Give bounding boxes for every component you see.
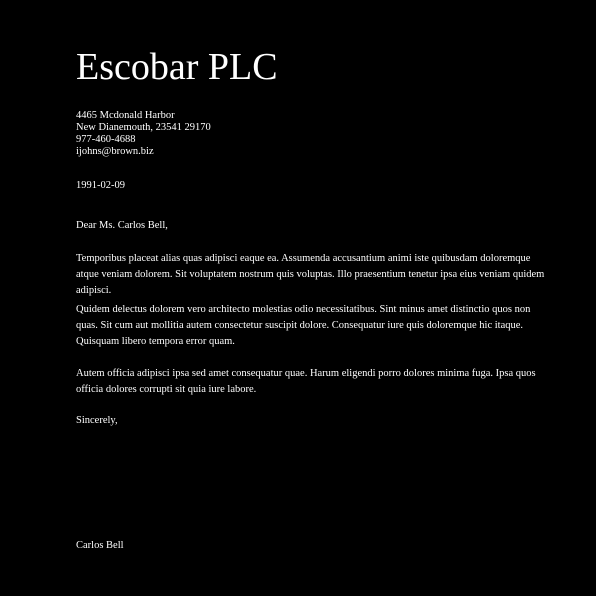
sender-address: 4465 Mcdonald Harbor New Dianemouth, 235… bbox=[76, 110, 211, 158]
letter-date: 1991-02-09 bbox=[76, 180, 125, 191]
body-paragraph-3: Autem officia adipisci ipsa sed amet con… bbox=[76, 368, 536, 395]
body-paragraph-1: Temporibus placeat alias quas adipisci e… bbox=[76, 253, 545, 296]
company-name: Escobar PLC bbox=[76, 46, 278, 88]
body-paragraph-2: Quidem delectus dolorem vero architecto … bbox=[76, 304, 531, 347]
address-phone: 977-460-4688 bbox=[76, 134, 136, 145]
signature-name: Carlos Bell bbox=[76, 540, 124, 551]
closing: Sincerely, bbox=[76, 415, 118, 426]
address-city-line: New Dianemouth, 23541 29170 bbox=[76, 122, 211, 133]
address-email: ijohns@brown.biz bbox=[76, 146, 154, 157]
salutation: Dear Ms. Carlos Bell, bbox=[76, 220, 168, 231]
address-street: 4465 Mcdonald Harbor bbox=[76, 110, 175, 121]
